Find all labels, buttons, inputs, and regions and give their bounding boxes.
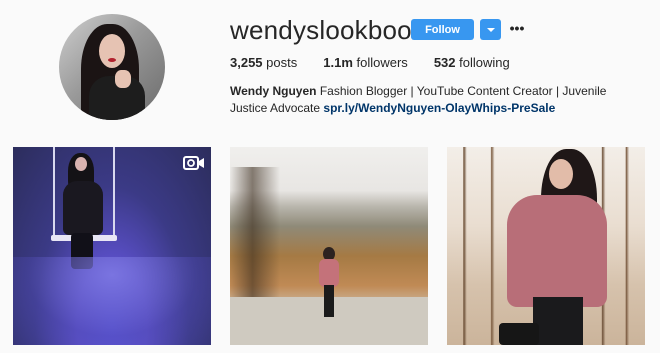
post-thumbnail-2[interactable]	[230, 147, 428, 345]
post3-figure-sweater	[507, 195, 607, 307]
post1-fog	[13, 257, 211, 345]
follow-options-button[interactable]	[480, 19, 501, 40]
post3-figure-face	[549, 159, 573, 189]
followers-stat[interactable]: 1.1m followers	[323, 55, 408, 70]
avatar-hand	[115, 70, 131, 88]
post-thumbnail-1[interactable]	[13, 147, 211, 345]
following-label: following	[459, 55, 510, 70]
followers-label: followers	[356, 55, 408, 70]
bio-link[interactable]: spr.ly/WendyNguyen-OlayWhips-PreSale	[323, 101, 555, 115]
following-count: 532	[433, 55, 456, 70]
posts-stat: 3,255 posts	[230, 55, 297, 70]
username: wendyslookbook	[230, 14, 426, 45]
profile-avatar[interactable]	[59, 14, 165, 120]
swing-rope-right	[113, 147, 115, 239]
profile-stats: 3,255 posts 1.1m followers 532 following	[230, 55, 536, 70]
avatar-face	[99, 34, 125, 68]
post2-figure-top	[319, 259, 339, 287]
post1-figure-face	[75, 157, 87, 171]
post3-figure-jeans	[533, 297, 583, 345]
post2-figure-legs	[324, 285, 334, 317]
post1-figure-body	[63, 181, 103, 235]
followers-count: 1.1m	[323, 55, 353, 70]
more-options-button[interactable]: •••	[509, 18, 525, 38]
avatar-lips	[108, 58, 116, 62]
chevron-down-icon	[486, 27, 495, 32]
bio-name: Wendy Nguyen	[230, 84, 317, 98]
post2-figure	[316, 247, 342, 317]
post-thumbnail-3[interactable]	[447, 147, 645, 345]
video-camera-icon	[183, 156, 204, 170]
follow-button[interactable]: Follow	[411, 19, 474, 40]
post3-handbag	[499, 323, 539, 345]
profile-bio: Wendy Nguyen Fashion Blogger | YouTube C…	[230, 83, 630, 117]
following-stat[interactable]: 532 following	[434, 55, 510, 70]
posts-label: posts	[266, 55, 298, 70]
posts-count: 3,255	[230, 55, 263, 70]
swing-rope-left	[53, 147, 55, 239]
